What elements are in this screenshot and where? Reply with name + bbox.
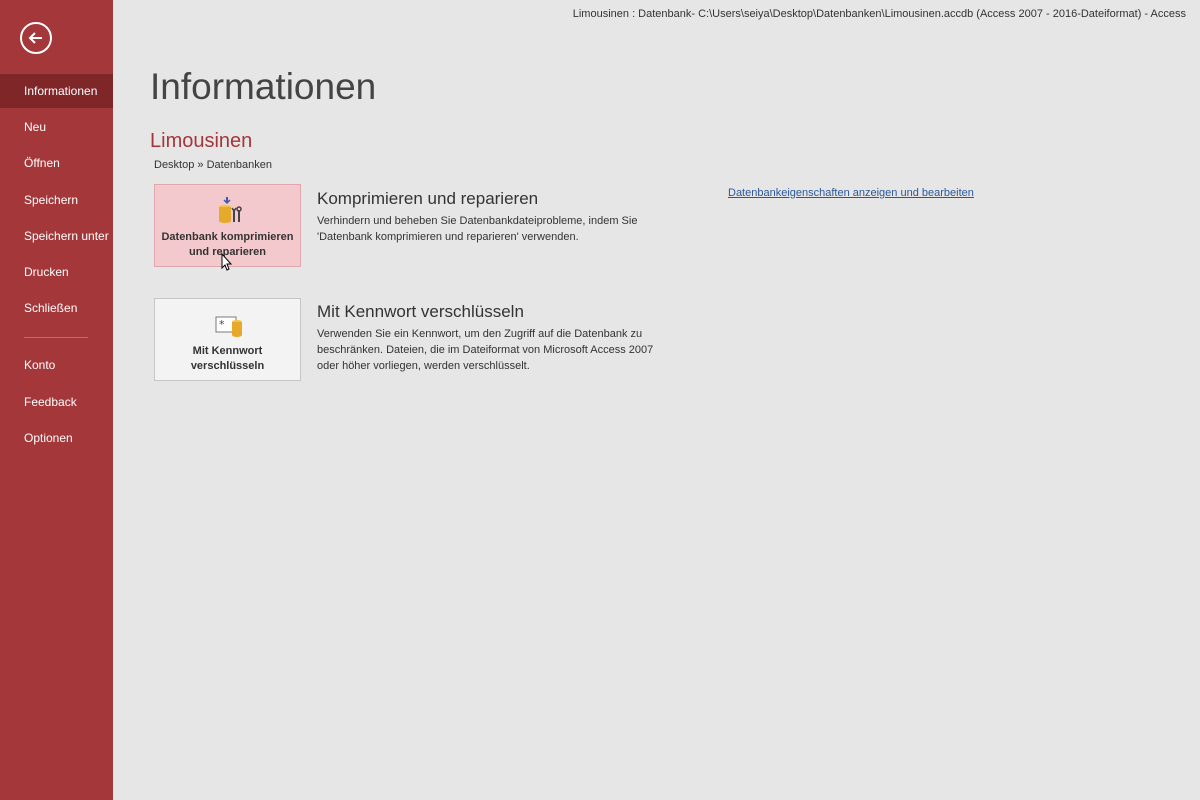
database-properties-link[interactable]: Datenbankeigenschaften anzeigen und bear… — [728, 187, 974, 199]
arrow-left-circle-icon — [28, 32, 42, 44]
compact-repair-description: Verhindern und beheben Sie Datenbankdate… — [317, 215, 638, 243]
nav-item-drucken[interactable]: Drucken — [0, 255, 113, 289]
nav-item-speichern[interactable]: Speichern — [0, 183, 113, 217]
compact-repair-database-icon — [219, 197, 242, 223]
nav-divider — [24, 337, 88, 338]
page-title: Informationen — [150, 66, 377, 107]
nav-item-feedback[interactable]: Feedback — [0, 385, 113, 419]
encrypt-password-button[interactable]: * Mit Kennwort verschlüsseln — [154, 298, 301, 381]
backstage-sidebar: Informationen Neu Öffnen Speichern Speic… — [0, 0, 113, 800]
nav-item-konto[interactable]: Konto — [0, 348, 113, 382]
nav-item-informationen[interactable]: Informationen — [0, 74, 113, 108]
svg-text:*: * — [219, 318, 225, 331]
mouse-pointer-icon — [221, 253, 233, 271]
nav-item-optionen[interactable]: Optionen — [0, 421, 113, 455]
nav-item-oeffnen[interactable]: Öffnen — [0, 146, 113, 180]
back-button[interactable] — [20, 22, 52, 54]
encrypt-password-button-label: Mit Kennwort verschlüsseln — [190, 345, 265, 372]
encrypt-password-icon: * — [215, 316, 242, 337]
encrypt-description: Verwenden Sie ein Kennwort, um den Zugri… — [317, 328, 654, 372]
breadcrumb: Desktop » Datenbanken — [154, 159, 273, 171]
nav-item-neu[interactable]: Neu — [0, 110, 113, 144]
compact-repair-heading: Komprimieren und reparieren — [317, 189, 539, 208]
nav-item-schliessen[interactable]: Schließen — [0, 291, 113, 325]
window-title: Limousinen : Datenbank- C:\Users\seiya\D… — [572, 8, 1186, 20]
encrypt-heading: Mit Kennwort verschlüsseln — [317, 302, 524, 321]
nav-item-speichern-unter[interactable]: Speichern unter — [0, 219, 113, 253]
access-backstage-view: Informationen Neu Öffnen Speichern Speic… — [0, 0, 1200, 800]
database-name: Limousinen — [150, 130, 253, 152]
